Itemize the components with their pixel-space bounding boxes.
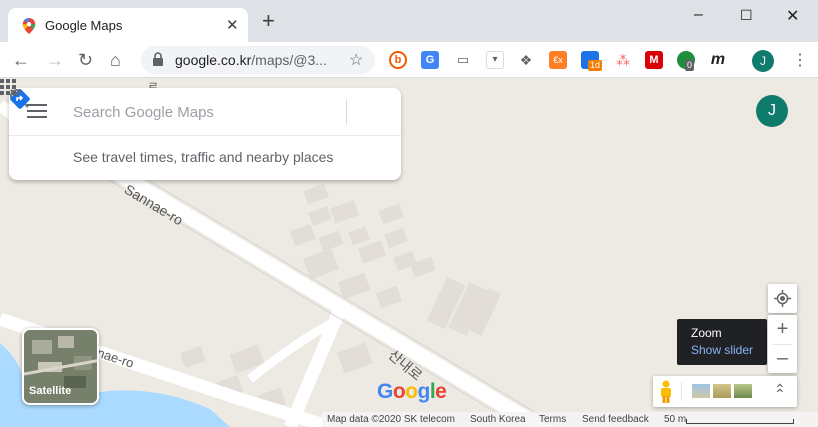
url-path: /maps/@3... [251,52,327,68]
new-tab-button[interactable]: + [262,10,275,32]
satellite-label: Satellite [29,385,72,397]
zoom-control: + – [768,315,797,373]
url-text: google.co.kr/maps/@3... [175,52,327,68]
zoom-tooltip: Zoom Show slider [677,319,767,365]
street-view-bar: ⌃ ⌃ [653,376,797,407]
account-avatar[interactable]: J [756,95,788,127]
bar-divider [681,382,682,401]
tab-strip: Google Maps ✕ + – ☐ ✕ [0,0,818,42]
zoom-out-button[interactable]: – [768,344,797,373]
google-apps-icon[interactable] [0,79,16,95]
terms-link[interactable]: Terms [539,414,566,425]
tab-close-icon[interactable]: ✕ [226,16,239,34]
minimize-button[interactable]: – [694,6,703,24]
translate-icon[interactable]: G [421,51,439,69]
imagery-thumb-3[interactable] [734,384,752,398]
browser-menu-icon[interactable]: ⋮ [792,50,808,70]
search-divider [346,99,347,125]
scale-bar [686,419,794,424]
close-window-button[interactable]: ✕ [786,6,799,26]
pegman-icon[interactable] [659,380,673,404]
maximize-button[interactable]: ☐ [740,7,753,24]
search-card-divider [9,135,401,136]
search-input[interactable] [73,102,303,122]
ext-b-icon[interactable]: b [389,51,407,69]
dropdown-ext-icon[interactable]: ▾ [486,51,504,69]
lock-icon [153,52,163,66]
my-location-button[interactable] [768,284,797,313]
google-maps-pin-icon [22,18,36,34]
shield-icon[interactable]: 0 [677,51,695,71]
calendar-badge: 1d [588,60,603,71]
calendar-icon[interactable]: 1d [581,51,603,71]
map-canvas[interactable]: Sannae-ro nae-ro 산내로 로 See travel times,… [0,79,818,427]
back-button[interactable]: ← [12,50,30,71]
address-bar[interactable]: google.co.kr/maps/@3... ☆ [141,46,375,74]
region-text[interactable]: South Korea [470,414,526,425]
currency-icon[interactable]: €x [549,51,567,69]
profile-avatar[interactable]: J [752,50,774,72]
url-host: google.co.kr [175,52,252,68]
reload-button[interactable]: ↻ [78,50,93,71]
expand-imagery-icon[interactable]: ⌃ ⌃ [774,381,786,415]
search-box: See travel times, traffic and nearby pla… [9,88,401,180]
satellite-layer-toggle[interactable]: Satellite [22,328,99,405]
browser-toolbar: ← → ↻ ⌂ google.co.kr/maps/@3... ☆ b G ▭ … [0,42,818,78]
imagery-thumb-2[interactable] [713,384,731,398]
forward-button[interactable]: → [46,50,64,71]
m-ext-icon[interactable]: m [709,51,727,69]
imagery-thumb-1[interactable] [692,384,710,398]
shield-badge: 0 [685,60,695,71]
map-data-text: Map data ©2020 SK telecom [327,414,455,425]
travel-times-link[interactable]: See travel times, traffic and nearby pla… [73,149,333,165]
mega-icon[interactable]: M [645,51,663,69]
scale-label[interactable]: 50 m [664,414,686,425]
active-tab[interactable]: Google Maps ✕ [8,8,248,42]
google-logo: Google [377,380,447,403]
home-button[interactable]: ⌂ [110,50,121,71]
map-attribution: Map data ©2020 SK telecom South Korea Te… [322,412,818,427]
send-feedback-link[interactable]: Send feedback [582,414,649,425]
my-location-icon [774,290,791,307]
asana-icon[interactable]: ⁂ [614,51,632,69]
show-slider-link[interactable]: Show slider [691,343,753,357]
screenshot-icon[interactable]: ▭ [454,51,472,69]
dropbox-icon[interactable]: ❖ [517,51,535,69]
tab-title: Google Maps [45,18,123,33]
zoom-in-button[interactable]: + [768,315,797,344]
tooltip-title: Zoom [691,326,722,340]
bookmark-star-icon[interactable]: ☆ [349,50,363,70]
